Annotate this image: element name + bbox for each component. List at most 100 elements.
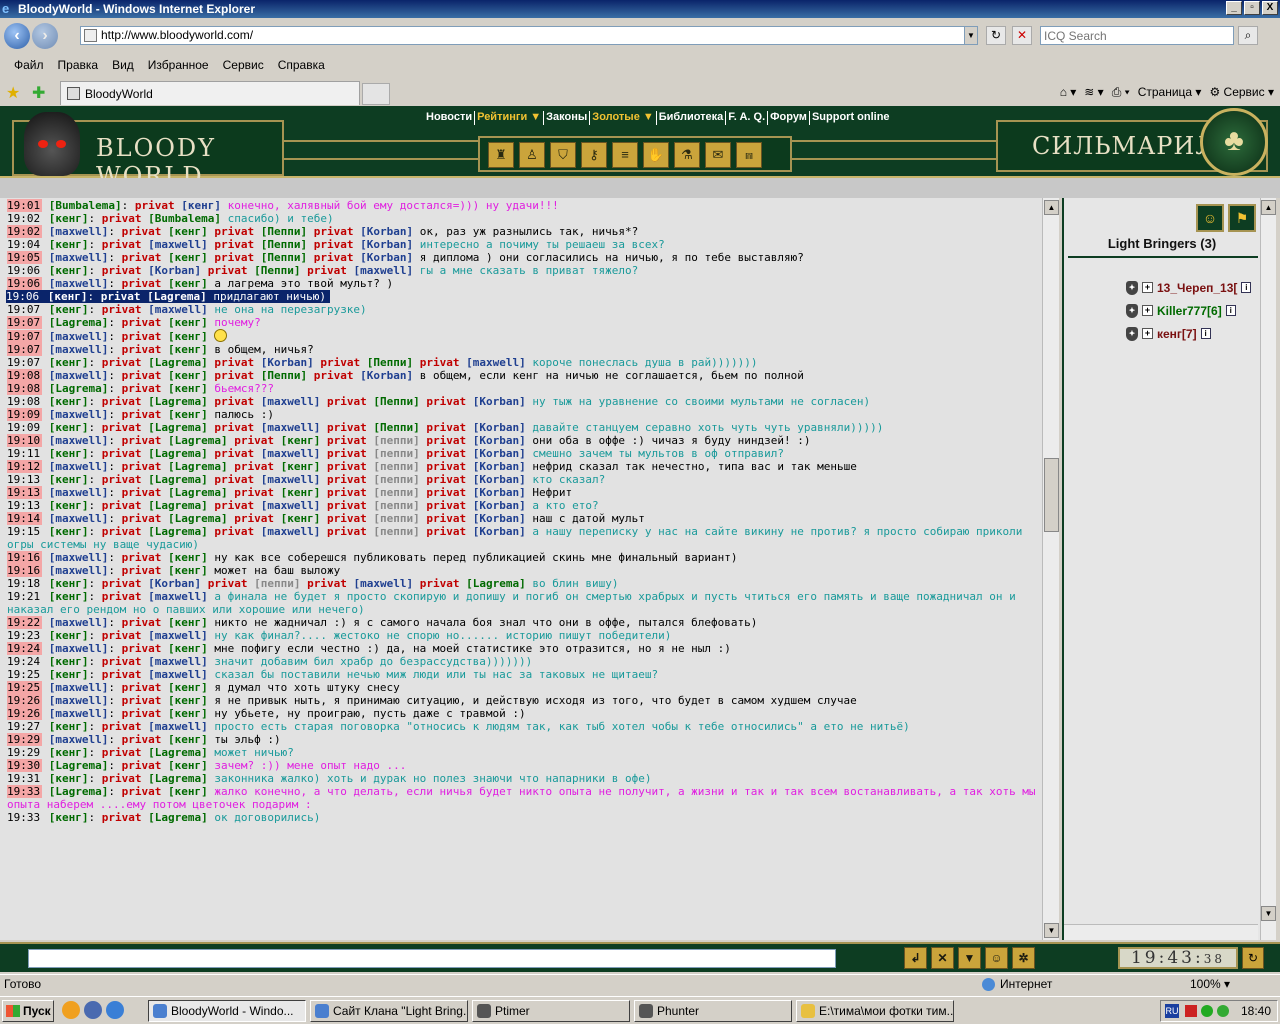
message-sender[interactable]: [кенг]: [49, 655, 89, 668]
chat-message[interactable]: 19:07 [maxwell]: privat [кенг] в общем, …: [7, 343, 1042, 356]
message-sender[interactable]: [maxwell]: [49, 681, 109, 694]
message-recipient[interactable]: [кенг]: [168, 408, 208, 421]
refresh-clock-icon[interactable]: ↻: [1242, 947, 1264, 969]
message-sender[interactable]: [Lagrema]: [49, 316, 109, 329]
message-sender[interactable]: [кенг]: [49, 772, 89, 785]
message-recipient[interactable]: [Lagrema]: [148, 473, 208, 486]
chat-message[interactable]: 19:29 [maxwell]: privat [кенг] ты эльф :…: [7, 733, 1042, 746]
message-recipient[interactable]: [Korban]: [473, 473, 526, 486]
message-sender[interactable]: [кенг]: [49, 577, 89, 590]
menu-tools[interactable]: Сервис: [216, 55, 271, 75]
network-tray-icon[interactable]: [1217, 1005, 1229, 1017]
chat-message[interactable]: 19:13 [maxwell]: privat [Lagrema] privat…: [7, 486, 1042, 499]
clan-hscrollbar[interactable]: [1064, 924, 1258, 940]
message-recipient[interactable]: [Пеппи]: [261, 251, 307, 264]
message-sender[interactable]: [кенг]: [49, 668, 89, 681]
message-recipient[interactable]: [кенг]: [168, 785, 208, 798]
message-sender[interactable]: [maxwell]: [49, 369, 109, 382]
gate-icon[interactable]: ⩎: [736, 142, 762, 168]
message-recipient[interactable]: [Lagrema]: [168, 460, 228, 473]
clan-member[interactable]: ✦ +13_Череп_13[i: [1126, 276, 1252, 299]
message-recipient[interactable]: [Korban]: [473, 525, 526, 538]
minimize-button[interactable]: _: [1226, 1, 1242, 15]
message-recipient[interactable]: [Korban]: [360, 238, 413, 251]
chat-message[interactable]: 19:16 [maxwell]: privat [кенг] ну как вс…: [7, 551, 1042, 564]
message-recipient[interactable]: [кенг]: [281, 460, 321, 473]
menu-favorites[interactable]: Избранное: [141, 55, 216, 75]
chat-message[interactable]: 19:25 [кенг]: privat [maxwell] сказал бы…: [7, 668, 1042, 681]
message-sender[interactable]: [Lagrema]: [49, 382, 109, 395]
chat-message[interactable]: 19:26 [maxwell]: privat [кенг] ну убьете…: [7, 707, 1042, 720]
message-sender[interactable]: [кенг]: [49, 421, 89, 434]
silmaril-logo[interactable]: СИЛЬМАРИЛ ♣: [996, 108, 1268, 176]
message-recipient[interactable]: [Bumbalema]: [148, 212, 221, 225]
scroll-up-arrow-icon[interactable]: ▲: [1044, 200, 1059, 215]
chat-message[interactable]: 19:04 [кенг]: privat [maxwell] privat [П…: [7, 238, 1042, 251]
message-recipient[interactable]: [Пеппи]: [367, 356, 413, 369]
clan-member[interactable]: ✦ + Killer777[6] i: [1126, 299, 1251, 322]
chat-message[interactable]: 19:05 [maxwell]: privat [кенг] privat [П…: [7, 251, 1042, 264]
search-input[interactable]: [1040, 26, 1234, 45]
message-sender[interactable]: [кенг]: [49, 303, 89, 316]
message-recipient[interactable]: [кенг]: [181, 199, 221, 212]
message-recipient[interactable]: [пеппи]: [373, 486, 419, 499]
message-recipient[interactable]: [Lagrema]: [148, 395, 208, 408]
message-recipient[interactable]: [maxwell]: [261, 421, 321, 434]
message-recipient[interactable]: [Lagrema]: [148, 356, 208, 369]
hand-icon[interactable]: ✋: [643, 142, 669, 168]
nav-news[interactable]: Новости: [424, 111, 476, 125]
message-sender[interactable]: [maxwell]: [49, 616, 109, 629]
tools-menu[interactable]: ⚙ Сервис ▾: [1209, 84, 1274, 100]
message-recipient[interactable]: [Korban]: [473, 486, 526, 499]
chat-message[interactable]: 19:24 [maxwell]: privat [кенг] мне пофиг…: [7, 642, 1042, 655]
message-sender[interactable]: [кенг]: [49, 499, 89, 512]
message-sender[interactable]: [кенг]: [49, 720, 89, 733]
message-sender[interactable]: [кенг]: [49, 356, 89, 369]
chat-message[interactable]: 19:12 [maxwell]: privat [Lagrema] privat…: [7, 460, 1042, 473]
private-message-icon[interactable]: +: [1142, 305, 1153, 316]
chat-input[interactable]: [28, 949, 836, 968]
chat-message[interactable]: 19:29 [кенг]: privat [Lagrema] может нич…: [7, 746, 1042, 759]
message-sender[interactable]: [кенг]: [49, 525, 89, 538]
member-info-icon[interactable]: i: [1241, 282, 1252, 293]
task-folder[interactable]: E:\тима\мои фотки тим...: [796, 1000, 954, 1022]
task-phunter[interactable]: Phunter: [634, 1000, 792, 1022]
menu-view[interactable]: Вид: [105, 55, 141, 75]
message-recipient[interactable]: [maxwell]: [148, 629, 208, 642]
nav-ratings[interactable]: Рейтинги ▼: [475, 111, 545, 125]
message-recipient[interactable]: [кенг]: [168, 681, 208, 694]
media-player-icon[interactable]: [84, 1001, 102, 1019]
message-sender[interactable]: [кенг]: [49, 590, 89, 603]
message-sender[interactable]: [maxwell]: [49, 343, 109, 356]
message-recipient[interactable]: [maxwell]: [148, 720, 208, 733]
chat-message[interactable]: 19:18 [кенг]: privat [Korban] privat [пе…: [7, 577, 1042, 590]
zoom-level[interactable]: 100% ▾: [1190, 975, 1230, 994]
chat-message[interactable]: 19:02 [кенг]: privat [Bumbalema] спасибо…: [7, 212, 1042, 225]
message-recipient[interactable]: [maxwell]: [261, 499, 321, 512]
chat-message[interactable]: 19:02 [maxwell]: privat [кенг] privat [П…: [7, 225, 1042, 238]
message-recipient[interactable]: [пеппи]: [373, 525, 419, 538]
message-recipient[interactable]: [maxwell]: [354, 264, 414, 277]
task-bloodyworld[interactable]: BloodyWorld - Windo...: [148, 1000, 306, 1022]
message-recipient[interactable]: [Lagrema]: [466, 577, 526, 590]
private-message-icon[interactable]: +: [1142, 328, 1153, 339]
message-recipient[interactable]: [кенг]: [168, 733, 208, 746]
ie-quicklaunch-icon[interactable]: [106, 1001, 124, 1019]
message-sender[interactable]: [кенг]: [48, 290, 88, 303]
message-recipient[interactable]: [Lagrema]: [148, 525, 208, 538]
message-recipient[interactable]: [Korban]: [360, 225, 413, 238]
stop-icon[interactable]: ✕: [1012, 26, 1032, 45]
message-recipient[interactable]: [Korban]: [473, 447, 526, 460]
chat-message[interactable]: 19:08 [Lagrema]: privat [кенг] бьемся???: [7, 382, 1042, 395]
clan-scrollbar[interactable]: ▲ ▼: [1260, 198, 1276, 940]
message-recipient[interactable]: [Korban]: [360, 369, 413, 382]
message-recipient[interactable]: [Korban]: [473, 499, 526, 512]
chat-message[interactable]: 19:13 [кенг]: privat [Lagrema] privat [m…: [7, 473, 1042, 486]
chat-message[interactable]: 19:31 [кенг]: privat [Lagrema] законника…: [7, 772, 1042, 785]
message-sender[interactable]: [кенг]: [49, 238, 89, 251]
member-name[interactable]: кенг[7]: [1157, 327, 1197, 341]
message-recipient[interactable]: [кенг]: [168, 382, 208, 395]
member-info-icon[interactable]: i: [1200, 328, 1211, 339]
chat-message[interactable]: 19:24 [кенг]: privat [maxwell] значит до…: [7, 655, 1042, 668]
clan-flag-icon[interactable]: ⚑: [1228, 204, 1256, 232]
